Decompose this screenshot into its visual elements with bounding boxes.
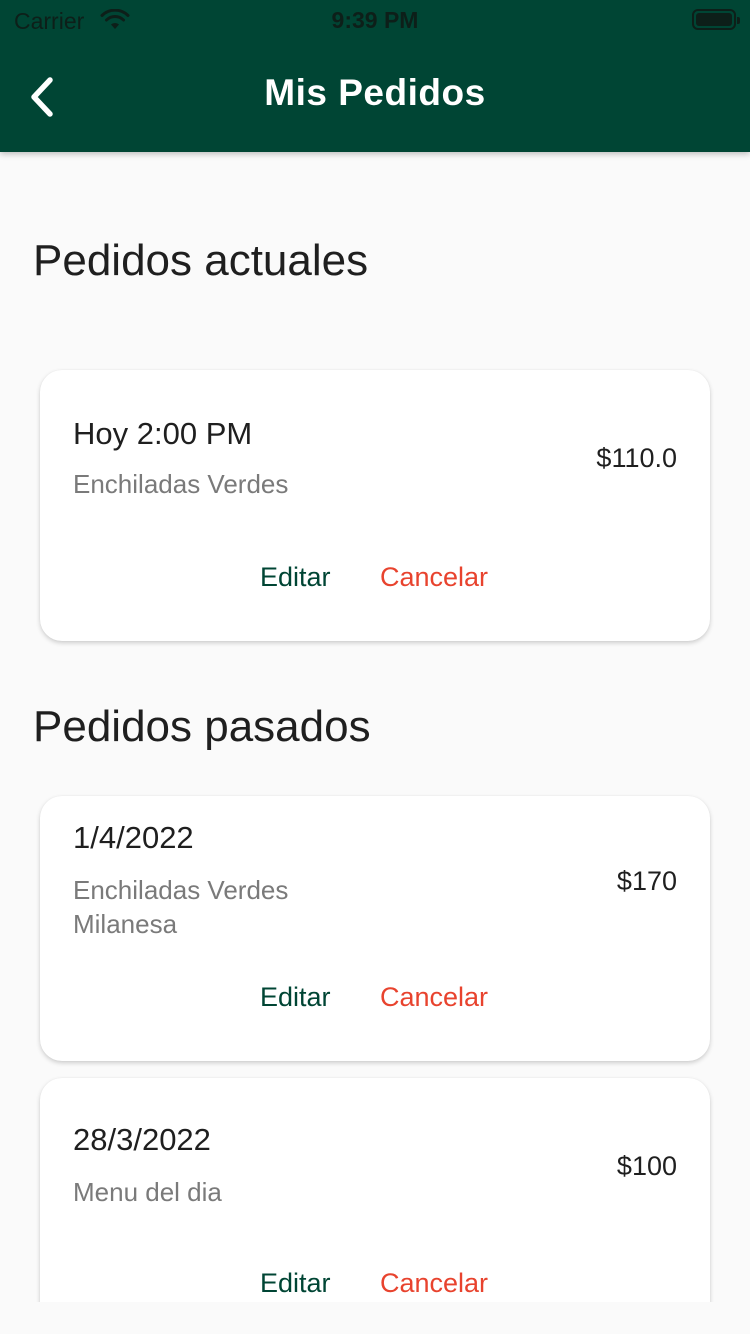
app-root: Carrier 9:39 PM Mis Pedidos Pedidos actu… (0, 0, 750, 1334)
page-title: Mis Pedidos (264, 72, 486, 113)
order-price: $170 (616, 866, 677, 896)
cancel-button[interactable]: Cancelar (380, 982, 488, 1013)
order-items: Enchiladas Verdes (73, 467, 288, 501)
order-date: 28/3/2022 (73, 1122, 211, 1157)
order-date: 1/4/2022 (73, 820, 194, 855)
status-time: 9:39 PM (331, 7, 419, 33)
order-card-current-1: Hoy 2:00 PM Enchiladas Verdes $110.0 Edi… (40, 370, 710, 641)
order-price: $110.0 (596, 443, 677, 473)
order-card-past-2: 28/3/2022 Menu del dia $100 Editar Cance… (40, 1078, 710, 1334)
edit-button[interactable]: Editar (260, 562, 331, 593)
order-item: Menu del dia (73, 1177, 222, 1207)
bottom-safe-area (0, 1302, 750, 1334)
order-item: Milanesa (73, 909, 178, 939)
battery-icon (692, 9, 740, 30)
order-date: Hoy 2:00 PM (73, 416, 253, 451)
past-orders-heading: Pedidos pasados (33, 702, 371, 751)
order-price: $100 (616, 1151, 677, 1181)
edit-button[interactable]: Editar (260, 982, 331, 1013)
cancel-button[interactable]: Cancelar (380, 1268, 488, 1299)
app-bar: Carrier 9:39 PM Mis Pedidos (0, 0, 750, 152)
order-items: Enchiladas Verdes Milanesa (73, 873, 288, 941)
edit-button[interactable]: Editar (260, 1268, 331, 1299)
order-item: Enchiladas Verdes (73, 875, 289, 905)
current-orders-heading: Pedidos actuales (33, 236, 369, 285)
order-card-past-1: 1/4/2022 Enchiladas Verdes Milanesa $170… (40, 796, 710, 1061)
cancel-button[interactable]: Cancelar (380, 562, 488, 593)
order-item: Enchiladas Verdes (73, 469, 289, 499)
status-bar: Carrier 9:39 PM (0, 0, 750, 40)
order-items: Menu del dia (73, 1175, 222, 1209)
